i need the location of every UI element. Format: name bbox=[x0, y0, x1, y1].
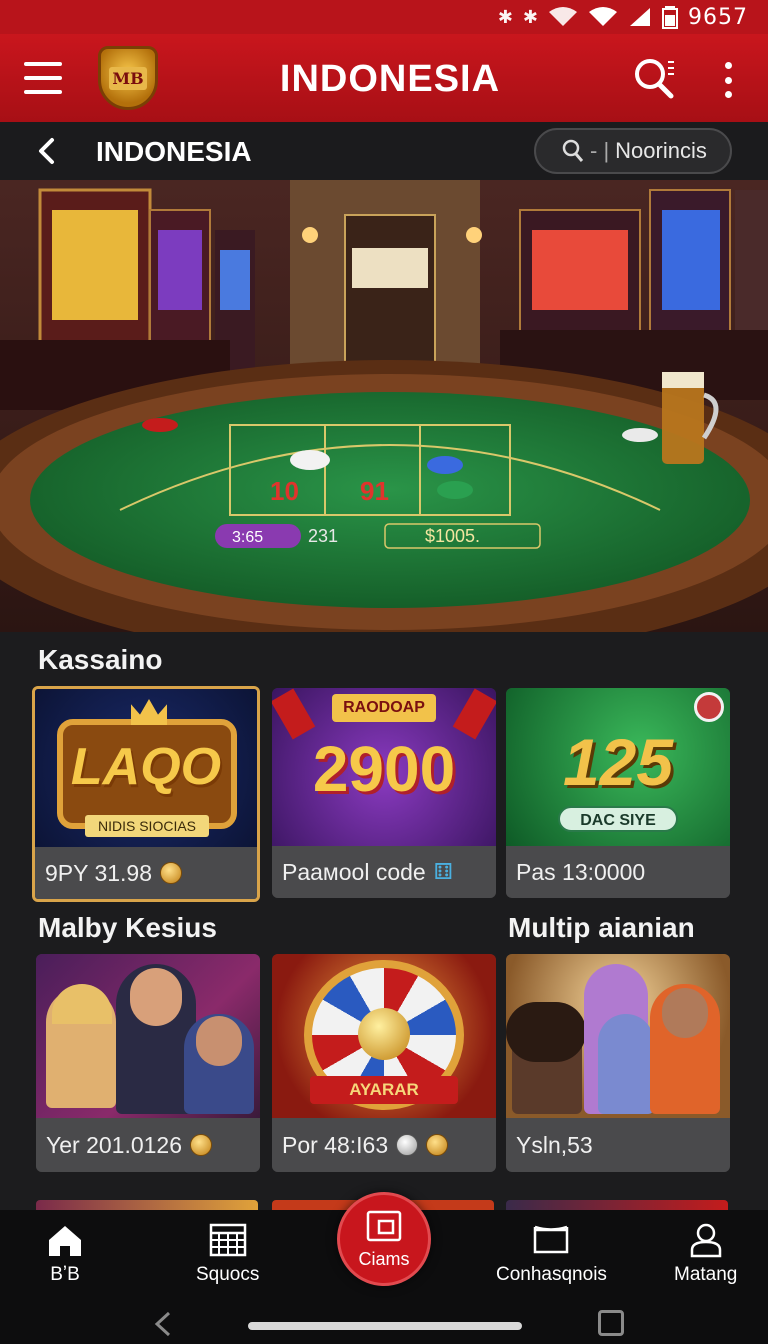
system-navigation-bar bbox=[0, 1302, 768, 1344]
game-card-caption: Ysln,53 bbox=[506, 1118, 730, 1172]
logo-text: MB bbox=[109, 66, 147, 90]
game-card-caption: Yer 201.0126 bbox=[36, 1118, 260, 1172]
search-icon[interactable] bbox=[632, 56, 676, 100]
status-bar: ✱ ✱ 9657 bbox=[0, 0, 768, 34]
game-card-subtitle: AYARAR bbox=[310, 1076, 458, 1104]
section-title-lounge: Malby Kesius bbox=[38, 912, 217, 943]
nav-item-connections[interactable]: Conhasqnois bbox=[496, 1222, 607, 1286]
nav-label: Matang bbox=[674, 1264, 738, 1285]
game-card-title: 125 bbox=[562, 725, 674, 799]
crown-icon bbox=[131, 699, 167, 725]
more-options-icon[interactable] bbox=[722, 62, 734, 98]
table-number-left: 10 bbox=[270, 476, 299, 506]
card-caption-text: 9PY 31.98 bbox=[45, 859, 153, 886]
card-caption-text: Yer 201.0126 bbox=[46, 1131, 183, 1158]
card-caption-text: Por 48:I63 bbox=[282, 1131, 389, 1158]
slot-machine-right bbox=[500, 189, 768, 400]
table-number-right: 91 bbox=[360, 476, 389, 506]
vibrate-icon: ✱ bbox=[522, 6, 538, 27]
game-card-art bbox=[506, 954, 730, 1118]
game-card-subtitle: NIDIS SIOCIAS bbox=[85, 815, 209, 837]
nav-item-slots[interactable]: Squocs bbox=[196, 1222, 259, 1286]
table-badge: 3:65 bbox=[232, 529, 263, 546]
game-card-title: 2900 bbox=[312, 733, 456, 805]
game-card-caption: Por 48:I63 bbox=[272, 1118, 496, 1172]
nav-item-profile[interactable]: Matang bbox=[674, 1222, 737, 1286]
dice-icon: ⚅ bbox=[433, 859, 453, 884]
app-title: INDONESIA bbox=[279, 58, 501, 100]
game-card-subtitle: DAC SIYE bbox=[558, 806, 678, 832]
coin-icon bbox=[160, 862, 183, 884]
coin-icon bbox=[190, 1134, 213, 1156]
game-card-caption: Pas 13:0000 bbox=[506, 846, 730, 898]
wifi-icon bbox=[589, 7, 617, 26]
game-card[interactable]: Yer 201.0126 bbox=[36, 954, 260, 1172]
hero-banner[interactable]: 10 91 3:65 231 $1005. bbox=[0, 180, 768, 632]
table-value-mid: 231 bbox=[308, 526, 338, 546]
sub-header: INDONESIA - | Noorincis bbox=[0, 122, 768, 180]
claims-label: Ciams bbox=[358, 1248, 410, 1269]
game-card-subtitle: RAODOAP bbox=[332, 694, 436, 722]
bluetooth-icon: ✱ bbox=[497, 6, 513, 27]
search-input[interactable]: - | Noorincis bbox=[534, 128, 732, 174]
user-icon bbox=[690, 1223, 721, 1258]
signal-icon bbox=[630, 8, 650, 26]
game-card[interactable]: RAODOAP 2900 Paaмool code ⚅ bbox=[272, 688, 496, 898]
game-card-art: AYARAR bbox=[272, 954, 496, 1118]
card-caption-text: Pas 13:0000 bbox=[516, 858, 646, 885]
coin-icon bbox=[426, 1134, 449, 1156]
claims-button[interactable]: Ciams bbox=[337, 1192, 431, 1286]
grid-icon bbox=[209, 1223, 246, 1257]
status-time: 9657 bbox=[688, 4, 748, 30]
system-home-pill[interactable] bbox=[248, 1322, 522, 1330]
app-logo[interactable]: MB bbox=[98, 46, 158, 110]
battery-icon bbox=[662, 6, 678, 29]
coin-icon bbox=[396, 1134, 419, 1156]
search-divider: - | bbox=[590, 138, 610, 163]
next-row-card-peek bbox=[36, 1200, 258, 1210]
game-card[interactable]: AYARAR Por 48:I63 bbox=[272, 954, 496, 1172]
system-back-icon[interactable] bbox=[152, 1310, 174, 1338]
hamburger-menu-icon[interactable] bbox=[24, 58, 62, 98]
game-card-art: 125 DAC SIYE bbox=[506, 688, 730, 846]
search-icon bbox=[562, 139, 584, 162]
nav-label: Squocs bbox=[196, 1264, 260, 1285]
card-caption-text: Paaмool code bbox=[282, 858, 426, 885]
wifi-icon bbox=[549, 7, 577, 26]
game-card-art bbox=[36, 954, 260, 1118]
card-caption-text: Ysln,53 bbox=[516, 1131, 593, 1158]
nav-item-home[interactable]: BʼB bbox=[46, 1222, 84, 1286]
back-arrow-icon[interactable] bbox=[32, 134, 62, 168]
folder-icon bbox=[534, 1225, 569, 1254]
ticket-icon bbox=[366, 1210, 402, 1241]
system-recents-icon[interactable] bbox=[598, 1310, 624, 1336]
next-row-card-peek bbox=[506, 1200, 728, 1210]
section-title-casino: Kassaino bbox=[38, 644, 163, 675]
game-card-art: RAODOAP 2900 bbox=[272, 688, 496, 846]
game-card-caption: 9PY 31.98 bbox=[35, 847, 257, 899]
casino-table-illustration: 10 91 3:65 231 $1005. bbox=[0, 180, 768, 632]
game-card-art: LAQO NIDIS SIOCIAS bbox=[35, 689, 257, 847]
section-title-multiplayer: Multip aianian bbox=[508, 912, 695, 943]
game-card-title: LAQO bbox=[70, 738, 222, 796]
table-value-right: $1005. bbox=[425, 526, 480, 546]
nav-label: BʼB bbox=[50, 1264, 80, 1285]
game-card[interactable]: LAQO NIDIS SIOCIAS 9PY 31.98 bbox=[32, 686, 260, 902]
nav-label: Conhasqnois bbox=[496, 1264, 607, 1285]
game-card[interactable]: 125 DAC SIYE Pas 13:0000 bbox=[506, 688, 730, 898]
game-card[interactable]: Ysln,53 bbox=[506, 954, 730, 1172]
person-figure bbox=[598, 1014, 654, 1114]
app-bar: MB INDONESIA bbox=[0, 34, 768, 122]
search-text: Noorincis bbox=[615, 138, 707, 163]
page-title: INDONESIA bbox=[96, 136, 252, 167]
home-icon bbox=[49, 1226, 81, 1256]
game-card-caption: Paaмool code ⚅ bbox=[272, 846, 496, 898]
